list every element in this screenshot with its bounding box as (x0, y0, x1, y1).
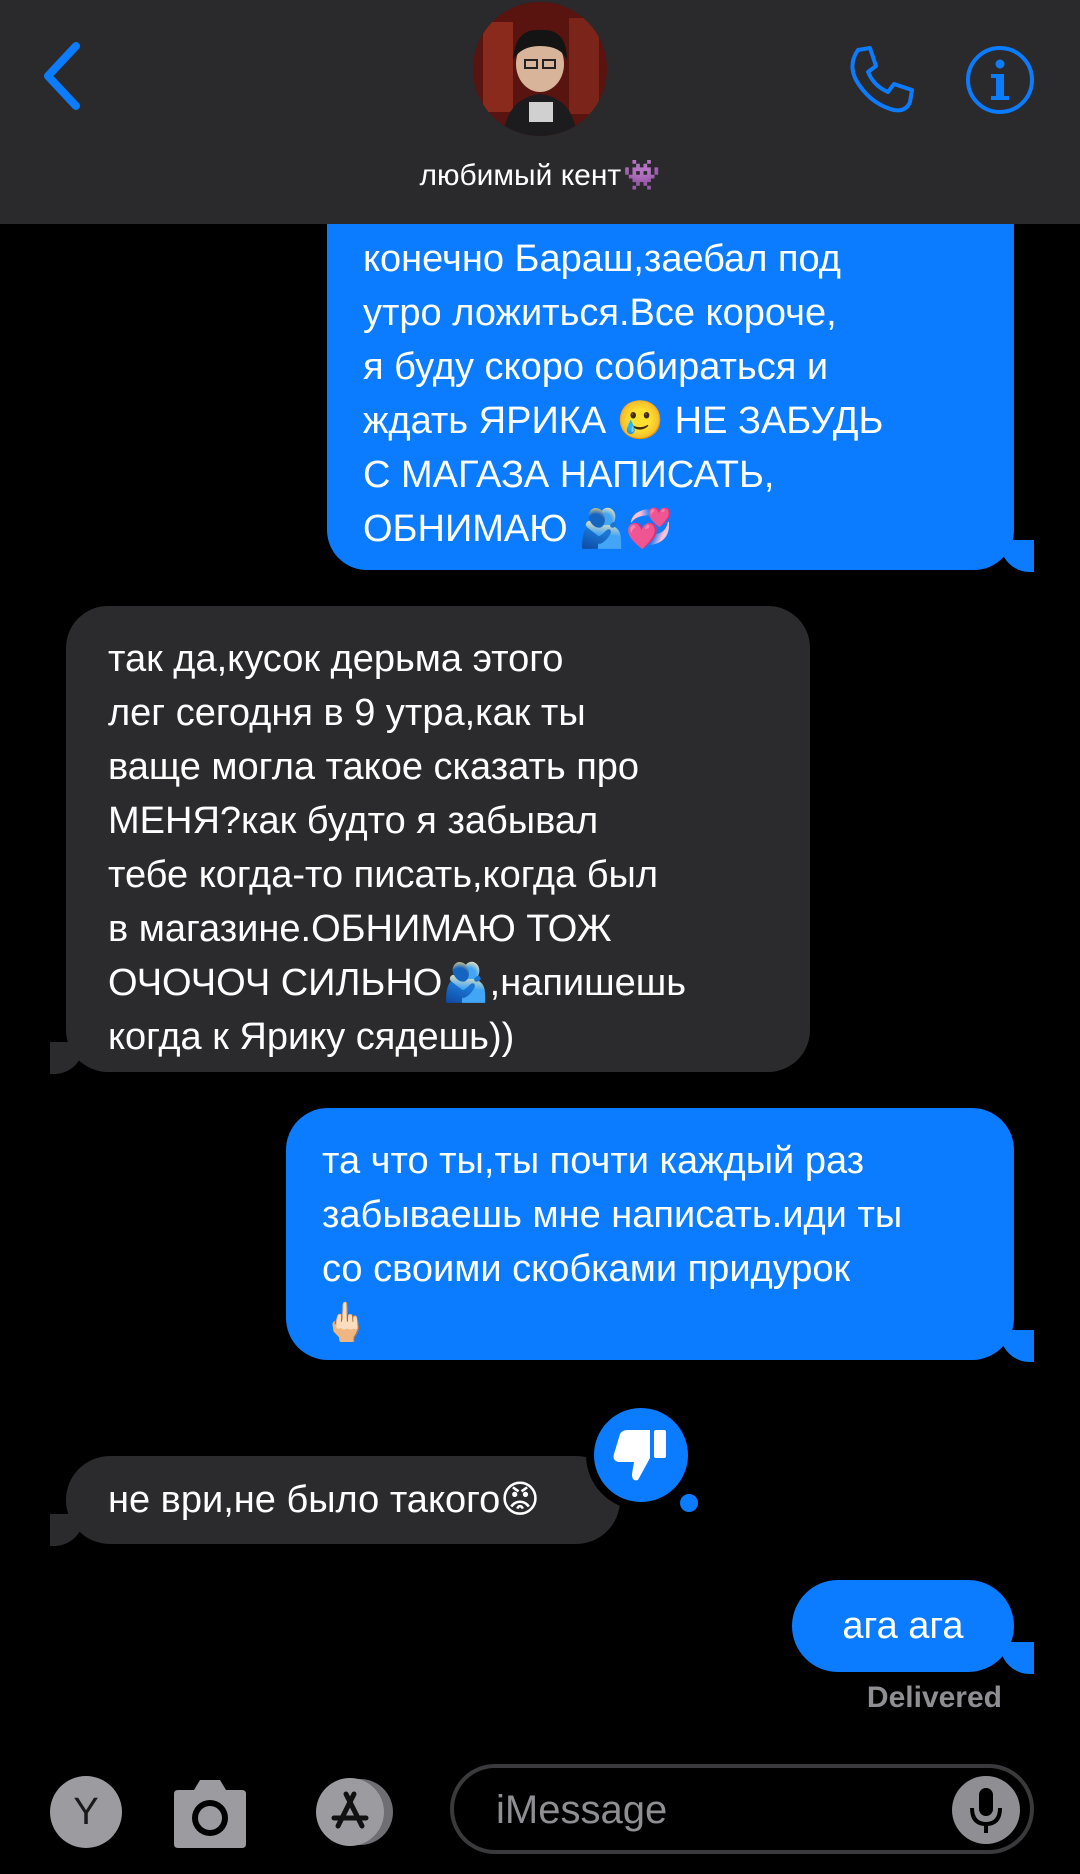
microphone-icon (970, 1788, 1002, 1833)
microphone-button[interactable] (952, 1776, 1020, 1844)
camera-icon (174, 1780, 246, 1848)
message-sent[interactable]: конечно Бараш,заебал под утро ложиться.В… (327, 222, 1014, 570)
contact-emoji: 👾 (623, 159, 661, 192)
bubble-tail (1000, 540, 1034, 572)
contact-name[interactable]: любимый кент👾 (0, 158, 1080, 193)
avatar-photo (473, 2, 607, 136)
messages-screen: любимый кент👾 конечно Бараш,заебал под у… (0, 0, 1080, 1874)
bubble-tail (1000, 1642, 1034, 1674)
bubble-tail (1000, 1330, 1034, 1362)
bubble-tail (50, 1042, 84, 1074)
phone-icon (850, 46, 914, 113)
message-sent[interactable]: та что ты,ты почти каждый раз забываешь … (286, 1108, 1014, 1360)
input-placeholder: iMessage (496, 1788, 668, 1832)
chevron-left-icon (44, 42, 80, 110)
contact-name-text: любимый кент (419, 159, 622, 192)
camera-button[interactable] (168, 1778, 252, 1850)
contact-avatar[interactable] (473, 2, 607, 136)
info-icon (966, 46, 1034, 114)
back-button[interactable] (34, 36, 94, 116)
imessage-input[interactable]: iMessage (450, 1764, 1034, 1854)
conversation-header: любимый кент👾 (0, 0, 1080, 224)
message-sent[interactable]: ага ага (792, 1580, 1014, 1672)
delivered-status: Delivered (866, 1681, 1002, 1714)
info-button[interactable] (964, 44, 1036, 116)
message-received[interactable]: так да,кусок дерьма этого лег сегодня в … (66, 606, 810, 1072)
thumbs-down-icon (613, 1430, 666, 1481)
bubble-tail (50, 1514, 84, 1546)
call-button[interactable] (840, 40, 920, 120)
app-store-button[interactable] (310, 1776, 402, 1848)
app-store-icon (316, 1778, 393, 1846)
yandex-app-button[interactable]: Y (50, 1776, 122, 1848)
message-received[interactable]: не ври,не было такого😡 (66, 1456, 620, 1544)
reaction-tail-dot (674, 1488, 704, 1518)
